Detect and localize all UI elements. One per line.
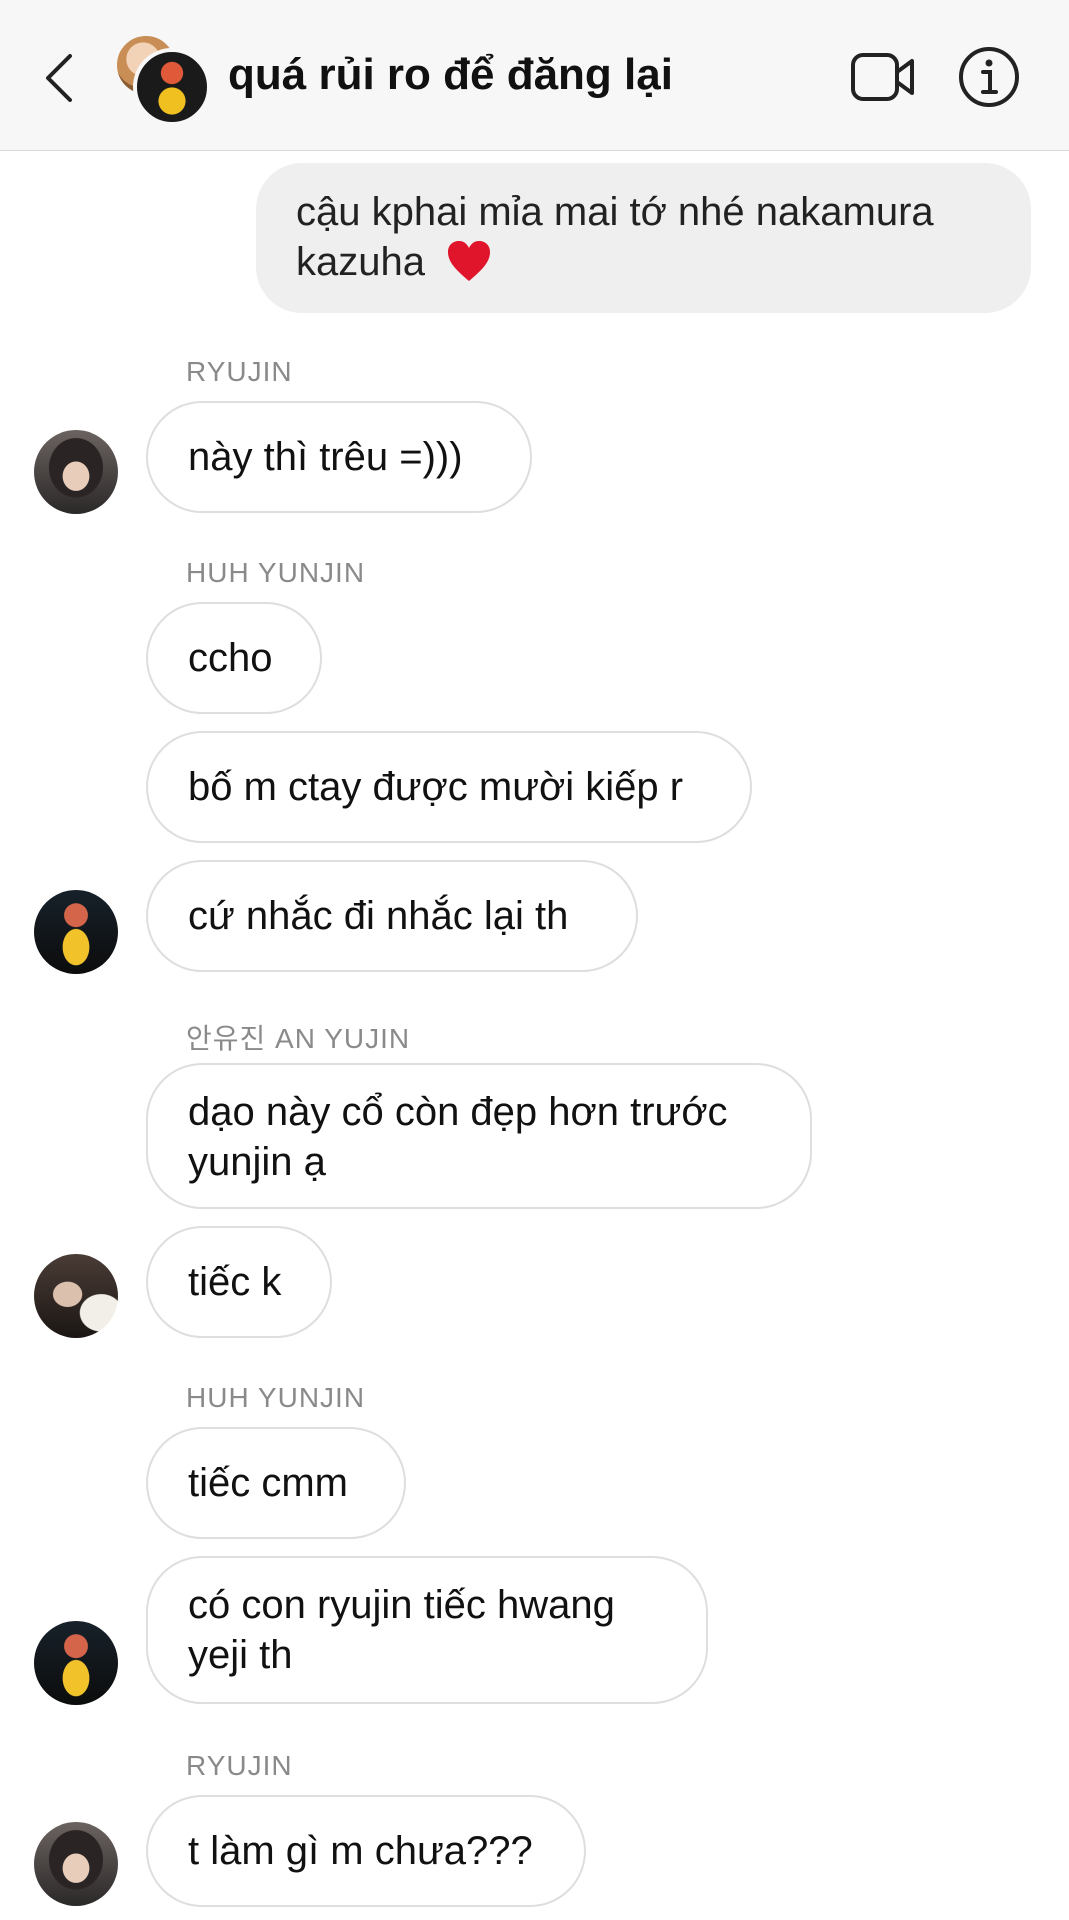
avatar-ryujin[interactable] — [34, 1822, 118, 1906]
sender-name: RYUJIN — [186, 1750, 293, 1781]
group-avatar[interactable] — [115, 34, 211, 126]
message-text: tiếc cmm — [188, 1461, 348, 1505]
sender-name: RYUJIN — [186, 356, 293, 387]
message-text: cậu kphai mỉa mai tớ nhé nakamura kazuha — [296, 190, 934, 284]
incoming-message[interactable]: cứ nhắc đi nhắc lại th — [146, 860, 638, 972]
chevron-left-icon — [46, 54, 72, 102]
avatar-an-yujin[interactable] — [34, 1254, 118, 1338]
message-text: bố m ctay được mười kiếp r — [188, 765, 684, 809]
incoming-message[interactable]: tiếc cmm — [146, 1427, 406, 1539]
avatar-huh-yunjin[interactable] — [34, 1621, 118, 1705]
sender-name: 안유진 AN YUJIN — [186, 1023, 411, 1054]
back-button[interactable] — [40, 48, 80, 108]
sender-name: HUH YUNJIN — [186, 1382, 366, 1413]
message-text: có con ryujin tiếc hwang yeji th — [188, 1583, 615, 1677]
incoming-message[interactable]: ccho — [146, 602, 322, 714]
video-camera-icon — [851, 53, 914, 101]
chat-title[interactable]: quá rủi ro để đăng lại — [228, 50, 673, 100]
outgoing-message[interactable]: cậu kphai mỉa mai tớ nhé nakamura kazuha — [256, 163, 1031, 313]
message-text: này thì trêu =))) — [188, 435, 463, 479]
chat-header: quá rủi ro để đăng lại — [0, 0, 1069, 151]
info-icon — [959, 47, 1019, 107]
incoming-message[interactable]: tiếc k — [146, 1226, 332, 1338]
avatar-huh-yunjin[interactable] — [34, 890, 118, 974]
heart-emoji-icon — [448, 241, 491, 281]
incoming-message[interactable]: dạo này cổ còn đẹp hơn trước yunjin ạ — [146, 1063, 812, 1209]
group-avatar-front — [133, 48, 211, 126]
incoming-message[interactable]: bố m ctay được mười kiếp r — [146, 731, 752, 843]
message-text: ccho — [188, 636, 273, 680]
message-text: t làm gì m chưa??? — [188, 1829, 533, 1873]
message-text: tiếc k — [188, 1260, 282, 1304]
message-text: dạo này cổ còn đẹp hơn trước yunjin ạ — [188, 1090, 728, 1184]
incoming-message[interactable]: có con ryujin tiếc hwang yeji th — [146, 1556, 708, 1704]
sender-name: HUH YUNJIN — [186, 557, 366, 588]
video-call-button[interactable] — [850, 50, 916, 104]
avatar-ryujin[interactable] — [34, 430, 118, 514]
info-button[interactable] — [958, 46, 1020, 108]
incoming-message[interactable]: này thì trêu =))) — [146, 401, 532, 513]
incoming-message[interactable]: t làm gì m chưa??? — [146, 1795, 586, 1907]
message-text: cứ nhắc đi nhắc lại th — [188, 894, 569, 938]
